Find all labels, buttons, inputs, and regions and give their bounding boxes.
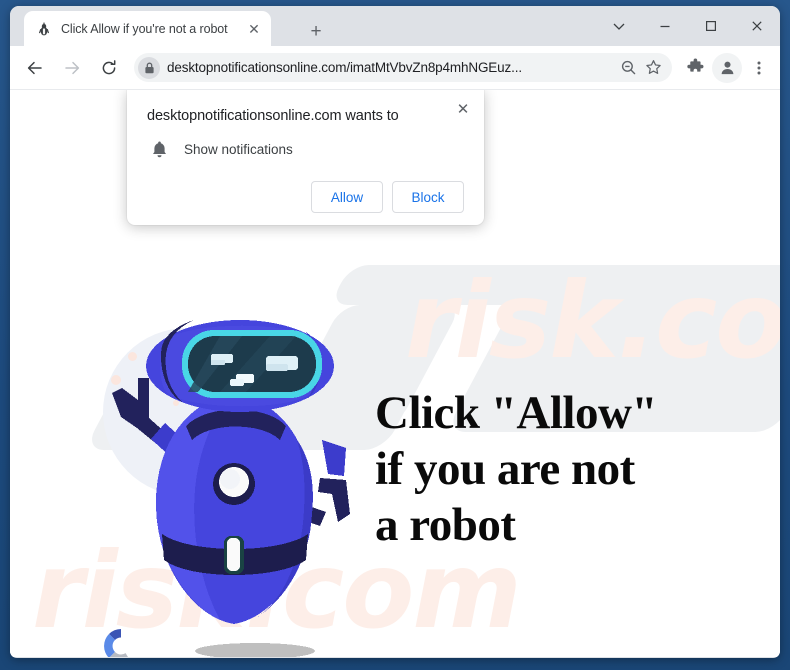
blue-robot-illustration (70, 318, 400, 657)
browser-tab[interactable]: Click Allow if you're not a robot ✕ (24, 11, 271, 46)
padlock-icon[interactable] (138, 56, 160, 79)
dialog-close-icon[interactable]: ✕ (453, 99, 473, 119)
reload-icon[interactable] (94, 53, 124, 83)
headline-line-1: Click "Allow" (375, 387, 658, 439)
background-swoosh (329, 265, 780, 305)
back-arrow-icon[interactable] (20, 53, 50, 83)
watermark-text: risk.com (405, 260, 780, 382)
maximize-icon[interactable] (688, 6, 734, 46)
url-text[interactable]: desktopnotificationsonline.com/imatMtVbv… (167, 60, 616, 75)
new-tab-button[interactable]: + (302, 17, 330, 45)
zoom-out-icon[interactable] (616, 56, 640, 80)
browser-toolbar: desktopnotificationsonline.com/imatMtVbv… (10, 46, 780, 90)
allow-button[interactable]: Allow (311, 181, 383, 213)
dialog-actions: Allow Block (147, 181, 464, 213)
tab-close-icon[interactable]: ✕ (245, 20, 263, 38)
address-bar[interactable]: desktopnotificationsonline.com/imatMtVbv… (134, 53, 672, 82)
captcha-c-logo-icon (100, 625, 142, 657)
brand-block: E-CAPTCHA (88, 625, 154, 657)
dialog-request-row: Show notifications (147, 139, 464, 159)
bell-icon (149, 139, 169, 159)
headline-line-3: a robot (375, 499, 516, 551)
person-avatar-icon[interactable] (712, 52, 742, 83)
dialog-request-label: Show notifications (184, 141, 293, 157)
tab-search-chevron-down-icon[interactable] (596, 6, 642, 46)
page-headline: Click "Allow" if you are not a robot (375, 385, 705, 553)
headline-line-2: if you are not (375, 443, 635, 495)
minimize-icon[interactable] (642, 6, 688, 46)
page-viewport: risk.com risk.com (10, 90, 780, 657)
forward-arrow-icon[interactable] (57, 53, 87, 83)
close-icon[interactable] (734, 6, 780, 46)
robot-bug-favicon (36, 21, 52, 37)
dialog-title: desktopnotificationsonline.com wants to (147, 108, 399, 124)
tab-title: Click Allow if you're not a robot (61, 21, 228, 36)
puzzle-piece-icon[interactable] (680, 53, 710, 83)
browser-window: Click Allow if you're not a robot ✕ + de… (10, 6, 780, 658)
three-dot-menu-icon[interactable] (744, 53, 774, 83)
desktop-backdrop: Click Allow if you're not a robot ✕ + de… (0, 0, 790, 670)
tab-strip: Click Allow if you're not a robot ✕ + (10, 6, 780, 46)
block-button[interactable]: Block (392, 181, 464, 213)
window-controls (596, 6, 780, 46)
star-icon[interactable] (640, 55, 666, 81)
notification-permission-dialog: ✕ desktopnotificationsonline.com wants t… (127, 90, 484, 225)
